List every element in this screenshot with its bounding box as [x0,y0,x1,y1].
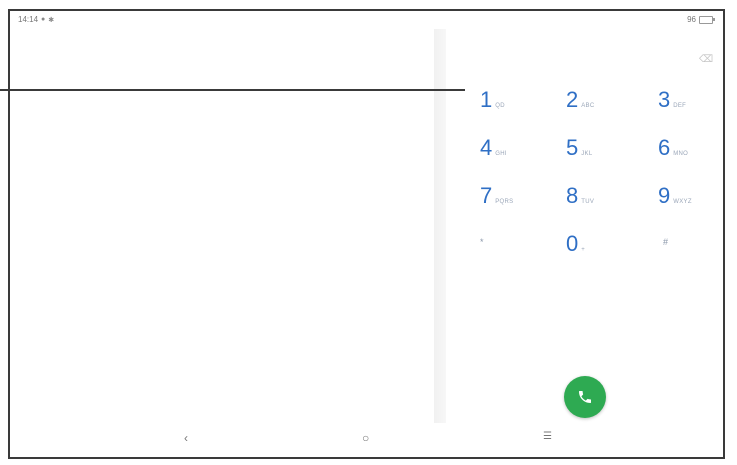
key-digit: 3 [658,87,671,112]
key-digit: 1 [480,87,493,112]
key-letters: WXYZ [673,199,692,205]
navigation-bar: ‹ ○ ☰ [10,423,723,457]
key-digit: 8 [566,183,579,208]
status-left: 14:14 ● ✱ [18,15,54,24]
key-letters: DEF [673,103,687,109]
key-digit: # [663,237,669,247]
call-button[interactable] [564,376,606,418]
status-right: 96 [687,15,715,24]
back-icon[interactable]: ‹ [184,431,188,445]
key-letters: GHI [495,151,507,157]
key-digit: 7 [480,183,493,208]
key-digit: 6 [658,135,671,160]
dialpad-key-3[interactable]: 3 DEF [658,87,686,113]
phone-icon [579,391,591,403]
key-letters: MNO [673,151,689,157]
key-letters: TUV [581,199,595,205]
notification-icon: ● [41,16,46,23]
key-digit: 5 [566,135,579,160]
battery-icon [699,15,715,24]
dialpad-key-0[interactable]: 0 + [566,231,585,257]
dialpad-key-2[interactable]: 2 ABC [566,87,595,113]
status-bar: 14:14 ● ✱ 96 [10,11,723,29]
key-digit: 9 [658,183,671,208]
key-digit: 2 [566,87,579,112]
home-icon[interactable]: ○ [362,431,369,445]
recents-icon[interactable]: ☰ [543,431,552,442]
dialpad-key-7[interactable]: 7 PQRS [480,183,513,209]
key-digit: * [480,237,484,247]
key-letters: QD [495,103,505,109]
settings-icon: ✱ [48,16,55,24]
dialpad-key-4[interactable]: 4 GHI [480,135,507,161]
dialpad-key-star[interactable]: * [480,237,484,247]
dialpad-key-hash[interactable]: # [663,237,668,247]
dialpad-key-6[interactable]: 6 MNO [658,135,688,161]
annotation-pointer-line [0,89,465,91]
key-digit: 4 [480,135,493,160]
dialpad-key-5[interactable]: 5 JKL [566,135,593,161]
tablet-screen: 14:14 ● ✱ 96 ⌫ 1 QD 2 ABC 3 DEF 4 GHI 5 … [8,9,725,459]
key-letters: + [581,247,586,253]
key-letters: JKL [581,151,593,157]
dialpad-key-1[interactable]: 1 QD [480,87,505,113]
battery-level: 96 [687,15,696,24]
key-letters: PQRS [495,199,514,205]
status-time: 14:14 [18,15,39,24]
key-digit: 0 [566,231,579,256]
dialpad-key-8[interactable]: 8 TUV [566,183,594,209]
dialpad-key-9[interactable]: 9 WXYZ [658,183,692,209]
backspace-icon[interactable]: ⌫ [699,55,713,65]
key-letters: ABC [581,103,595,109]
